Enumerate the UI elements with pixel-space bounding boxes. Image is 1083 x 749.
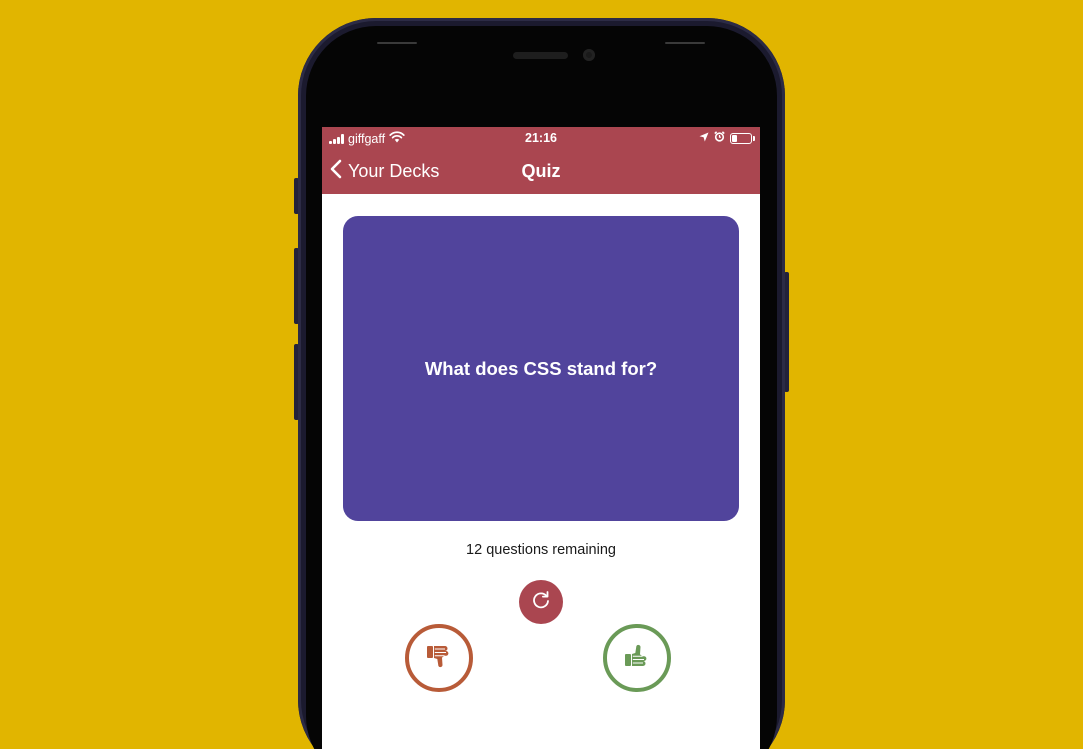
page-title: Quiz: [521, 161, 561, 181]
location-arrow-icon: [699, 131, 709, 145]
phone-camera: [583, 49, 595, 61]
top-bar: giffgaff 21:16 Your Decks Quiz: [322, 127, 760, 194]
status-time: 21:16: [525, 131, 557, 145]
status-bar: giffgaff 21:16: [322, 131, 760, 147]
phone-glint-left: [377, 42, 417, 44]
correct-button[interactable]: [603, 624, 671, 692]
flashcard-question: What does CSS stand for?: [424, 357, 658, 379]
app-stage: giffgaff 21:16 Your Decks Quiz What does…: [0, 0, 1083, 749]
refresh-icon: [531, 590, 551, 615]
alarm-icon: [714, 131, 725, 145]
flashcard[interactable]: What does CSS stand for?: [343, 216, 739, 521]
phone-glint-right: [665, 42, 705, 44]
phone-screen: giffgaff 21:16 Your Decks Quiz What does…: [322, 127, 760, 749]
flip-card-button[interactable]: [519, 580, 563, 624]
phone-speaker: [513, 52, 568, 59]
thumbs-up-icon: [623, 642, 651, 675]
questions-remaining: 12 questions remaining: [466, 542, 616, 558]
battery-icon: [730, 132, 755, 144]
status-right: [699, 131, 755, 145]
incorrect-button[interactable]: [405, 624, 473, 692]
navigation-bar: Your Decks Quiz: [322, 157, 760, 187]
thumbs-down-icon: [425, 642, 453, 675]
